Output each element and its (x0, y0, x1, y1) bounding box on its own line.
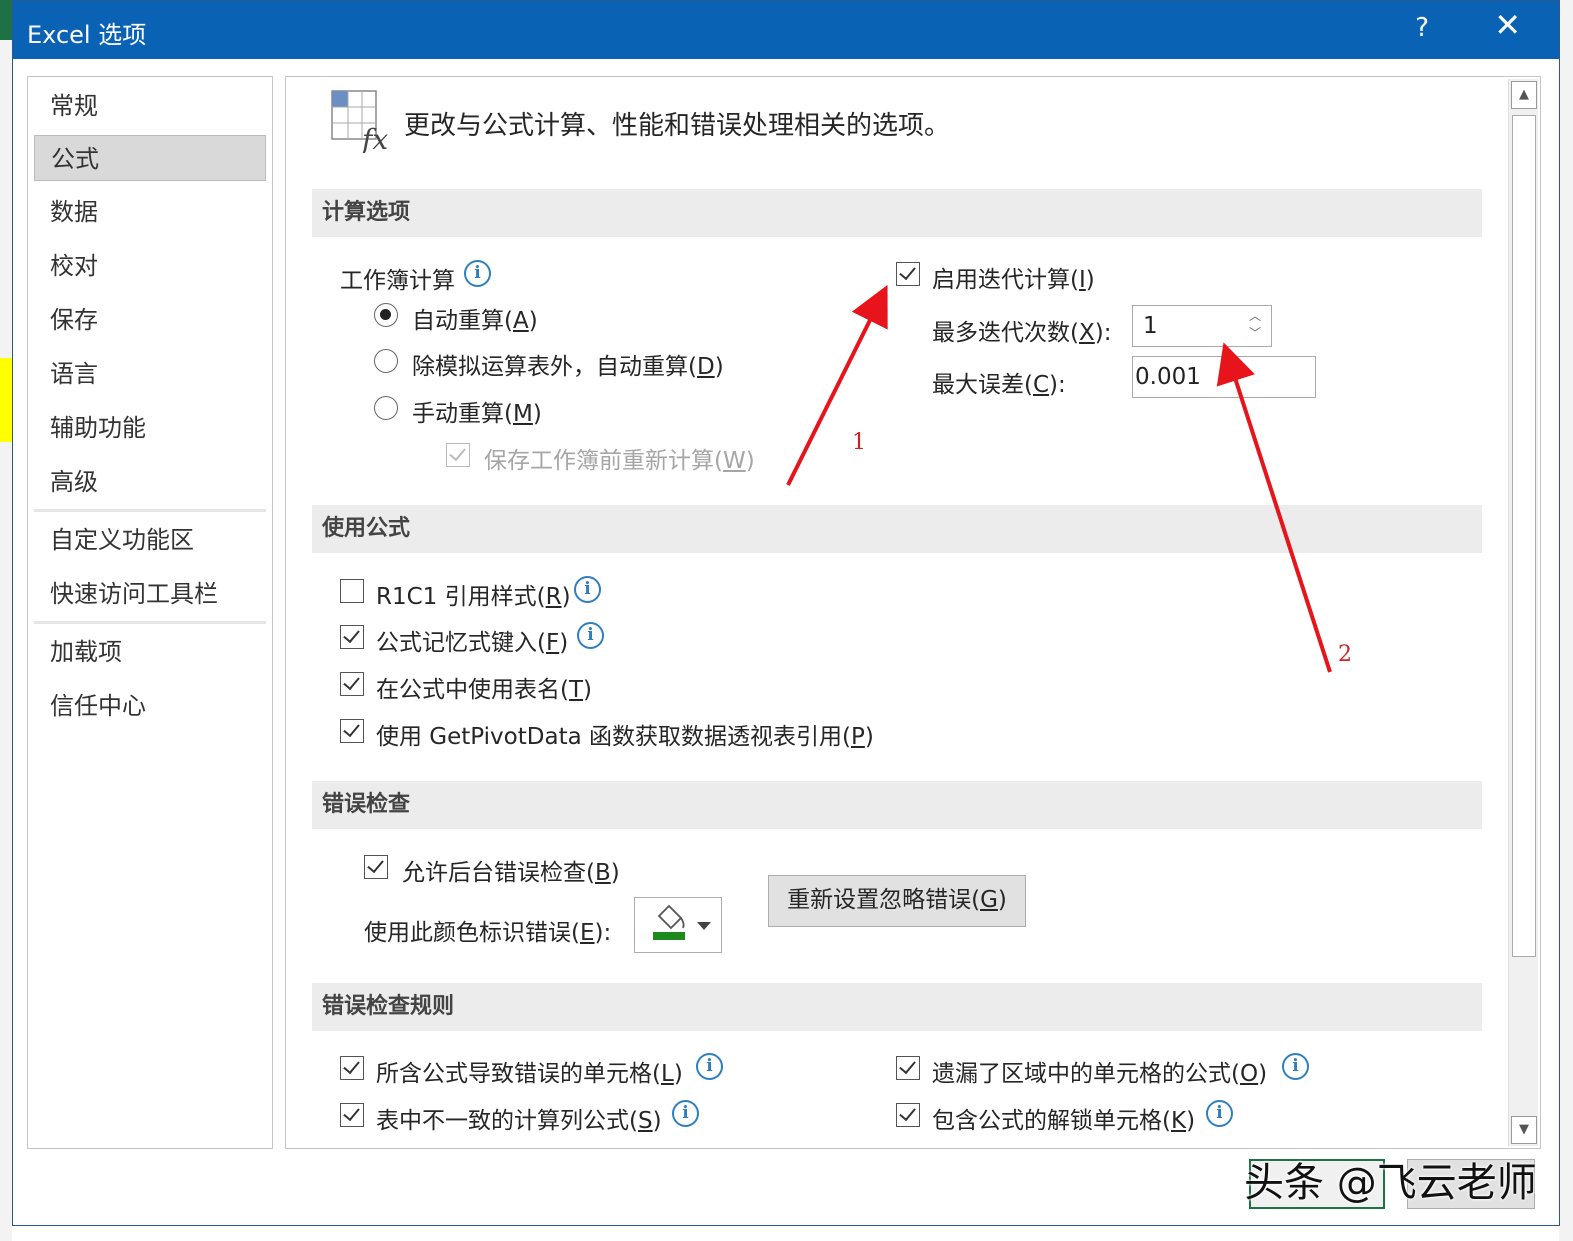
checkbox-formula-autocomplete-label[interactable]: 公式记忆式键入(F) (376, 623, 568, 657)
background-sheet-left (0, 0, 12, 1241)
info-icon[interactable]: i (1282, 1053, 1309, 1080)
help-button[interactable]: ? (1415, 13, 1429, 43)
nav-divider (34, 621, 266, 624)
checkbox-recalc-before-save (446, 443, 470, 467)
info-icon[interactable]: i (1206, 1100, 1233, 1127)
nav-item-proofing[interactable]: 校对 (34, 243, 266, 289)
background-sheet-cell (0, 358, 12, 442)
window-title: Excel 选项 (27, 21, 147, 49)
section-error-checking: 错误检查 (312, 781, 1482, 829)
scroll-thumb[interactable] (1512, 115, 1536, 957)
radio-automatic-label[interactable]: 自动重算(A) (412, 301, 538, 335)
nav-item-data[interactable]: 数据 (34, 189, 266, 235)
formula-fx-icon: fx (331, 90, 388, 153)
close-button[interactable]: ✕ (1494, 9, 1521, 41)
checkbox-rule-unlocked-cells[interactable] (896, 1103, 920, 1127)
nav-item-formulas[interactable]: 公式 (34, 135, 266, 181)
nav-item-general[interactable]: 常规 (34, 83, 266, 129)
spin-arrows-icon[interactable]: ︿ ﹀ (1245, 308, 1265, 344)
section-calculation-options: 计算选项 (312, 189, 1482, 237)
background-sheet-cell (0, 0, 12, 40)
max-change-input[interactable]: 0.001 (1132, 356, 1316, 398)
max-iterations-input[interactable]: 1 ︿ ﹀ (1132, 305, 1272, 347)
info-icon[interactable]: i (577, 622, 604, 649)
error-color-picker[interactable] (634, 897, 722, 953)
nav-item-customize-ribbon[interactable]: 自定义功能区 (34, 517, 266, 563)
info-icon[interactable]: i (574, 576, 601, 603)
nav-item-accessibility[interactable]: 辅助功能 (34, 405, 266, 451)
checkbox-rule-errors[interactable] (340, 1056, 364, 1080)
title-bar: Excel 选项 ? ✕ (13, 1, 1559, 59)
radio-manual-label[interactable]: 手动重算(M) (412, 394, 542, 428)
error-color-label: 使用此颜色标识错误(E): (364, 920, 612, 946)
checkbox-getpivotdata-label[interactable]: 使用 GetPivotData 函数获取数据透视表引用(P) (376, 717, 874, 751)
checkbox-rule-inconsistent-column[interactable] (340, 1103, 364, 1127)
nav-item-quick-access-toolbar[interactable]: 快速访问工具栏 (34, 571, 266, 617)
watermark: 头条 @飞云老师 (1244, 1160, 1537, 1206)
checkbox-rule-omits-cells[interactable] (896, 1056, 920, 1080)
svg-text:fx: fx (360, 123, 388, 153)
checkbox-enable-iterative-label[interactable]: 启用迭代计算(I) (932, 260, 1095, 294)
section-working-with-formulas: 使用公式 (312, 505, 1482, 553)
radio-automatic-except-tables-label[interactable]: 除模拟运算表外，自动重算(D) (412, 347, 724, 381)
checkbox-rule-unlocked-cells-label[interactable]: 包含公式的解锁单元格(K) (932, 1101, 1195, 1135)
max-iterations-label: 最多迭代次数(X): (932, 320, 1112, 346)
info-icon[interactable]: i (696, 1053, 723, 1080)
excel-options-dialog: Excel 选项 ? ✕ 常规 公式 数据 校对 保存 语言 辅助功能 高级 自… (12, 0, 1560, 1226)
max-change-label: 最大误差(C): (932, 372, 1066, 398)
workbook-calc-label: 工作簿计算 (340, 268, 455, 294)
section-error-checking-rules: 错误检查规则 (312, 983, 1482, 1031)
radio-automatic-except-tables[interactable] (374, 349, 398, 373)
paint-bucket-icon (653, 904, 711, 940)
checkbox-getpivotdata[interactable] (340, 719, 364, 743)
page-description: 更改与公式计算、性能和错误处理相关的选项。 (404, 111, 951, 141)
checkbox-r1c1[interactable] (340, 579, 364, 603)
checkbox-recalc-before-save-label: 保存工作簿前重新计算(W) (484, 448, 755, 474)
checkbox-formula-autocomplete[interactable] (340, 625, 364, 649)
annotation-label-2: 2 (1338, 642, 1352, 667)
checkbox-background-error-checking-label[interactable]: 允许后台错误检查(B) (402, 853, 620, 887)
nav-divider (34, 509, 266, 512)
scroll-down-icon[interactable]: ▼ (1511, 1116, 1537, 1144)
nav-item-advanced[interactable]: 高级 (34, 459, 266, 505)
options-nav: 常规 公式 数据 校对 保存 语言 辅助功能 高级 自定义功能区 快速访问工具栏… (27, 76, 273, 1149)
checkbox-table-names-label[interactable]: 在公式中使用表名(T) (376, 670, 592, 704)
checkbox-rule-omits-cells-label[interactable]: 遗漏了区域中的单元格的公式(O) (932, 1054, 1267, 1088)
info-icon[interactable]: i (464, 260, 491, 287)
reset-ignored-errors-button[interactable]: 重新设置忽略错误(G) (768, 875, 1026, 927)
nav-item-trust-center[interactable]: 信任中心 (34, 683, 266, 729)
checkbox-background-error-checking[interactable] (364, 855, 388, 879)
radio-automatic[interactable] (374, 303, 398, 327)
checkbox-rule-inconsistent-column-label[interactable]: 表中不一致的计算列公式(S) (376, 1101, 662, 1135)
checkbox-enable-iterative[interactable] (896, 262, 920, 286)
checkbox-rule-errors-label[interactable]: 所含公式导致错误的单元格(L) (376, 1054, 683, 1088)
radio-manual[interactable] (374, 396, 398, 420)
checkbox-table-names[interactable] (340, 672, 364, 696)
info-icon[interactable]: i (672, 1100, 699, 1127)
scroll-up-icon[interactable]: ▲ (1511, 81, 1537, 109)
nav-item-save[interactable]: 保存 (34, 297, 266, 343)
nav-item-language[interactable]: 语言 (34, 351, 266, 397)
nav-item-add-ins[interactable]: 加载项 (34, 629, 266, 675)
checkbox-r1c1-label[interactable]: R1C1 引用样式(R) (376, 577, 571, 611)
formulas-panel: fx 更改与公式计算、性能和错误处理相关的选项。 计算选项 工作簿计算 i 自动… (285, 76, 1541, 1149)
background-sheet-right (1559, 0, 1573, 1241)
annotation-label-1: 1 (852, 430, 866, 455)
vertical-scrollbar[interactable]: ▲ ▼ (1508, 79, 1538, 1146)
